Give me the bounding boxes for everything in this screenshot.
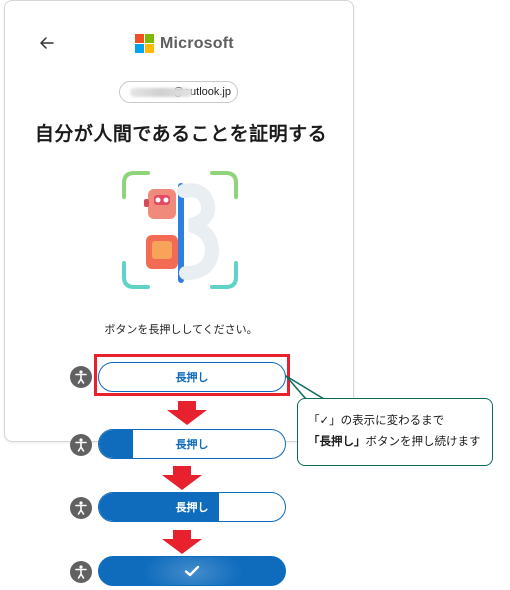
accessibility-icon[interactable] (70, 434, 92, 456)
highlight-box (94, 354, 290, 396)
page-title: 自分が人間であることを証明する (34, 123, 328, 145)
check-icon (99, 557, 285, 585)
down-arrow-icon (162, 530, 202, 554)
down-arrow-icon (162, 466, 202, 490)
press-and-hold-button-complete[interactable] (98, 556, 286, 586)
email-redacted (130, 88, 192, 97)
callout-rest-text: ボタンを押し続けます (365, 434, 481, 448)
press-and-hold-button[interactable]: 長押し (98, 492, 286, 522)
callout-note: 「✓」の表示に変わるまで 「長押し」ボタンを押し続けます (297, 398, 493, 466)
accessibility-icon[interactable] (70, 561, 92, 583)
down-arrow-icon (167, 401, 207, 425)
press-button-label: 長押し (175, 501, 209, 514)
back-arrow-icon[interactable] (37, 33, 57, 53)
accessibility-icon[interactable] (70, 497, 92, 519)
instruction-text: ボタンを長押ししてください。 (104, 323, 258, 336)
press-and-hold-button[interactable]: 長押し (98, 429, 286, 459)
callout-bold-text: 「長押し」 (308, 434, 366, 448)
accessibility-icon[interactable] (70, 366, 92, 388)
brand-name: Microsoft (160, 34, 234, 52)
account-email-pill: @outlook.jp (119, 81, 238, 103)
human-verification-illustration (120, 169, 240, 291)
press-button-label: 長押し (175, 438, 209, 451)
callout-line-2: 「長押し」ボタンを押し続けます (308, 431, 482, 452)
callout-line-1: 「✓」の表示に変わるまで (308, 413, 445, 427)
microsoft-logo-icon (135, 34, 154, 53)
microsoft-logo: Microsoft (135, 34, 234, 53)
